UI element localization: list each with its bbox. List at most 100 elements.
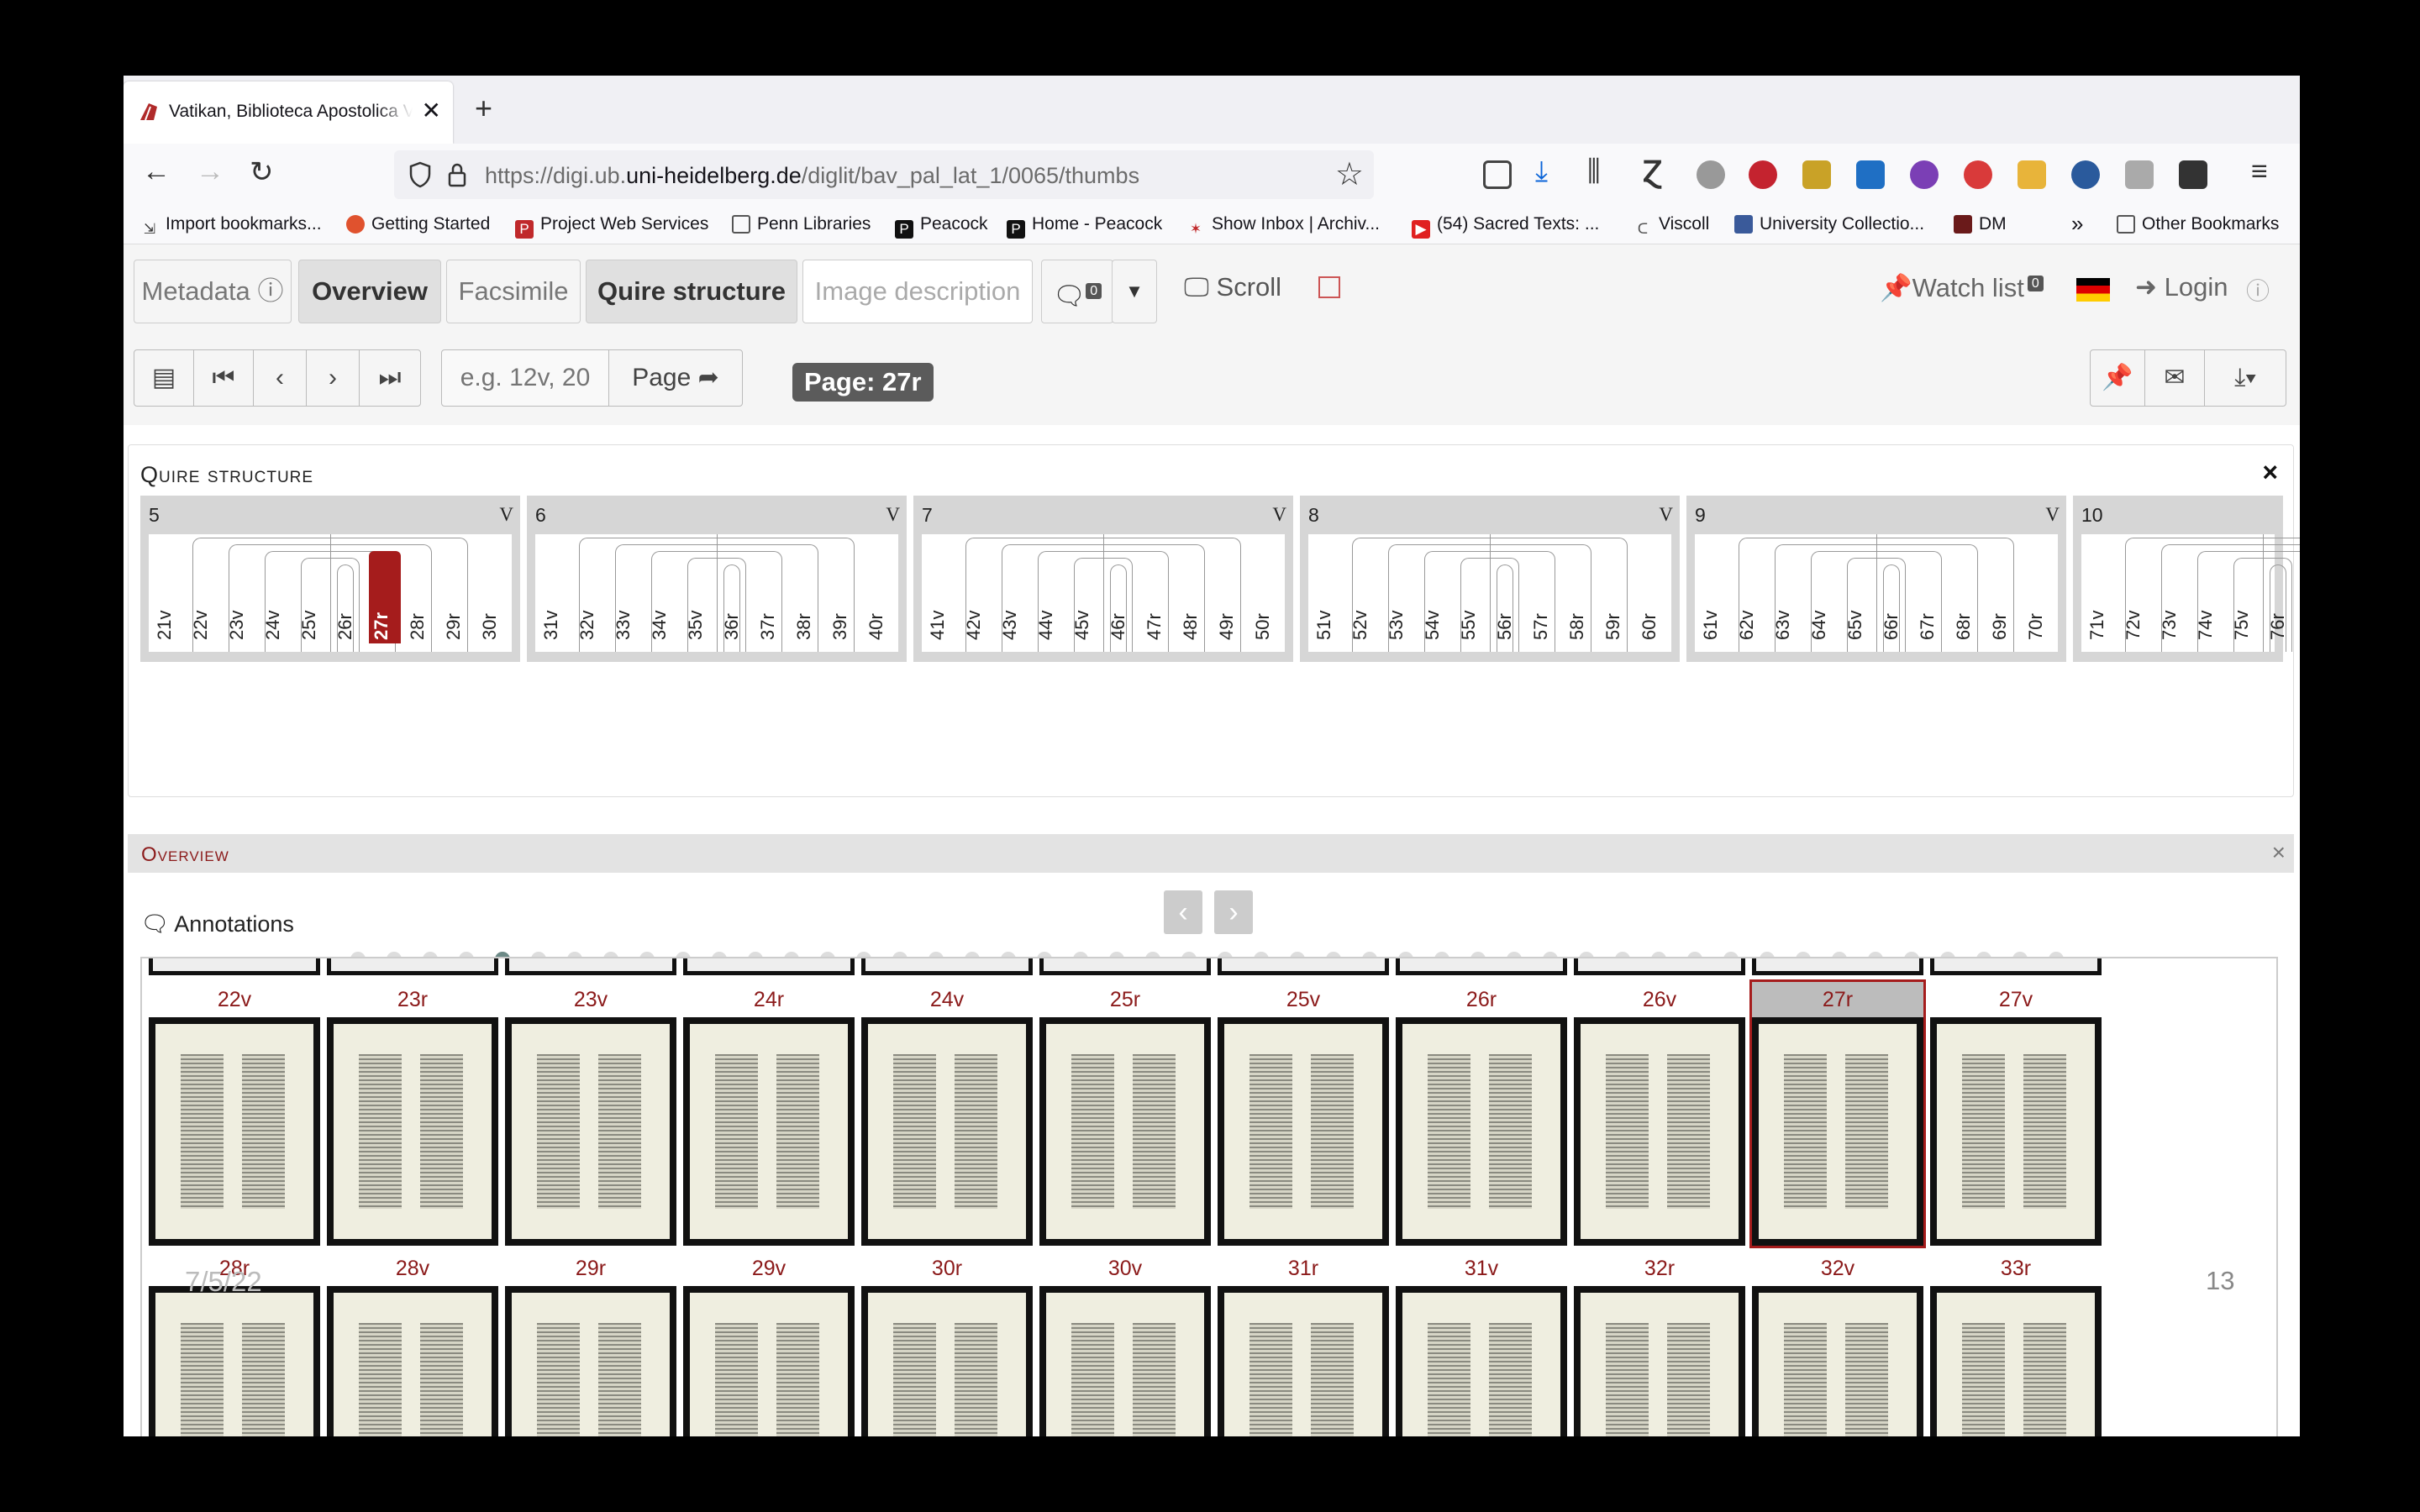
quire-leaf[interactable]: 71v — [2085, 593, 2117, 643]
quire-leaf[interactable]: 68r — [1951, 593, 1983, 643]
lock-icon[interactable] — [445, 160, 470, 189]
annotations-toggle[interactable]: 🗨 Annotations — [140, 911, 294, 937]
quire-leaf[interactable]: 25v — [297, 593, 329, 643]
thumbnail[interactable]: 24v — [861, 982, 1033, 1246]
thumbnail[interactable]: 28v — [327, 1251, 498, 1436]
thumbnail[interactable]: 23r — [327, 982, 498, 1246]
url-bar[interactable]: https://digi.ub.uni-heidelberg.de/diglit… — [394, 150, 1374, 199]
bookmark-item[interactable]: Other Bookmarks — [2117, 214, 2279, 234]
quire-box[interactable]: 7 V 41v 42v 43v 44v 45v 46r 47r 48r 49r 50r — [913, 496, 1293, 662]
quire-leaf[interactable]: 59r — [1601, 593, 1633, 643]
quire-leaf[interactable]: 73v — [2157, 593, 2189, 643]
folder-extension-icon[interactable] — [2018, 160, 2046, 189]
quire-leaf[interactable]: 64v — [1807, 593, 1839, 643]
thumbnail[interactable]: 31v — [1396, 1251, 1567, 1436]
thumbnail[interactable]: 26r — [1396, 982, 1567, 1246]
quire-leaf[interactable]: 74v — [2193, 593, 2225, 643]
bookmark-pin-icon[interactable]: 📌 — [2090, 349, 2145, 407]
quire-leaf[interactable]: 75v — [2229, 593, 2261, 643]
quire-leaf[interactable]: 21v — [152, 593, 184, 643]
quire-leaf[interactable]: 23v — [224, 593, 256, 643]
blocker-icon[interactable] — [1964, 160, 1992, 189]
thumbnail[interactable]: 29r — [505, 1251, 676, 1436]
menu-icon[interactable]: ≡ — [2251, 155, 2268, 188]
quire-leaf[interactable]: 37r — [755, 593, 787, 643]
quire-leaf[interactable]: 44v — [1034, 593, 1065, 643]
quire-leaf[interactable]: 34v — [647, 593, 679, 643]
quire-leaf[interactable]: 46r — [1106, 593, 1138, 643]
carousel-prev-icon[interactable]: ‹ — [1164, 890, 1202, 934]
thumbnail[interactable]: 26v — [1574, 982, 1745, 1246]
quire-leaf[interactable]: 40r — [864, 593, 896, 643]
scroll-button[interactable]: 🖵 Scroll — [1184, 272, 1281, 303]
quire-leaf[interactable]: 50r — [1250, 593, 1282, 643]
tab-close-icon[interactable]: ✕ — [422, 97, 441, 124]
watch-list-button[interactable]: 📌Watch list 0 — [1880, 272, 2044, 303]
thumbnail[interactable]: 32v — [1752, 1251, 1923, 1436]
thumbnail[interactable]: 22v — [149, 982, 320, 1246]
forward-icon[interactable]: → — [196, 155, 224, 188]
bookmark-item[interactable]: DM — [1954, 214, 2007, 234]
tab-quire-structure[interactable]: Quire structure — [586, 260, 797, 323]
quire-leaf[interactable]: 41v — [925, 593, 957, 643]
dropdown-caret-icon[interactable]: ▼ — [1112, 260, 1157, 323]
more-bookmarks-icon[interactable]: » — [2071, 211, 2083, 237]
quire-leaf[interactable]: 48r — [1178, 593, 1210, 643]
quire-leaf[interactable]: 55v — [1456, 593, 1488, 643]
browser-tab[interactable]: Vatikan, Biblioteca Apostolica Va ✕ — [124, 81, 453, 144]
quire-close-icon[interactable]: × — [2262, 457, 2278, 488]
login-button[interactable]: ➜ Login — [2135, 272, 2228, 302]
tab-image-description[interactable]: Image description — [802, 260, 1033, 323]
tab-overview[interactable]: Overview — [298, 260, 441, 323]
bookmark-item[interactable]: P Project Web Services — [515, 214, 708, 239]
quire-leaf[interactable]: 22v — [188, 593, 220, 643]
quire-leaf[interactable]: 53v — [1384, 593, 1416, 643]
screenshot-extension-icon[interactable] — [1856, 160, 1885, 189]
quire-leaf[interactable]: 33v — [611, 593, 643, 643]
bookmark-item[interactable]: Penn Libraries — [732, 214, 871, 234]
quire-leaf[interactable]: 66r — [1879, 593, 1911, 643]
quire-leaf[interactable]: 42v — [961, 593, 993, 643]
link-extension-icon[interactable] — [1910, 160, 1939, 189]
zotero-icon[interactable]: Ɀ — [1643, 155, 1662, 189]
quire-leaf[interactable]: 31v — [539, 593, 571, 643]
quire-leaf[interactable]: 62v — [1734, 593, 1766, 643]
quire-leaf[interactable]: 38r — [792, 593, 823, 643]
quire-leaf[interactable]: 29r — [441, 593, 473, 643]
last-page-icon[interactable]: ⏭ — [359, 349, 421, 407]
quire-leaf[interactable]: 69r — [1987, 593, 2019, 643]
quire-leaf[interactable]: 35v — [683, 593, 715, 643]
thumbnail[interactable]: 31r — [1218, 1251, 1389, 1436]
thumbnail[interactable]: 29v — [683, 1251, 855, 1436]
email-icon[interactable]: ✉ — [2144, 349, 2205, 407]
news-extension-icon[interactable] — [2179, 160, 2207, 189]
search-extension-icon[interactable] — [1697, 160, 1725, 189]
quire-leaf[interactable]: 60r — [1637, 593, 1669, 643]
info-icon[interactable]: ⓘ — [2246, 273, 2270, 307]
quire-leaf[interactable]: 76r — [2265, 593, 2297, 643]
quire-leaf[interactable]: 47r — [1142, 593, 1174, 643]
quire-box[interactable]: 6 V 31v 32v 33v 34v 35v 36r 37r 38r 39r 40r — [527, 496, 907, 662]
bookmark-item[interactable]: ⇲ Import bookmarks... — [140, 214, 322, 239]
carousel-next-icon[interactable]: › — [1214, 890, 1253, 934]
next-page-icon[interactable]: › — [306, 349, 360, 407]
quire-leaf[interactable]: 30r — [477, 593, 509, 643]
thumbnail[interactable]: 27r — [1749, 979, 1926, 1248]
thumbnail[interactable]: 23v — [505, 982, 676, 1246]
quire-leaf[interactable]: 45v — [1070, 593, 1102, 643]
quire-leaf[interactable]: 54v — [1420, 593, 1452, 643]
bookmark-item[interactable]: Getting Started — [346, 214, 490, 234]
quire-box[interactable]: 9 V 61v 62v 63v 64v 65v 66r 67r 68r 69r 70r — [1686, 496, 2066, 662]
quire-leaf[interactable]: 43v — [997, 593, 1029, 643]
quire-leaf[interactable]: 63v — [1770, 593, 1802, 643]
quire-leaf[interactable]: 39r — [828, 593, 860, 643]
thumbnail[interactable]: 30r — [861, 1251, 1033, 1436]
quire-leaf[interactable]: 61v — [1698, 593, 1730, 643]
quire-leaf[interactable]: 57r — [1528, 593, 1560, 643]
thumbnail[interactable]: 32r — [1574, 1251, 1745, 1436]
book-icon[interactable]: ▤ — [134, 349, 194, 407]
thumbnail[interactable]: 25v — [1218, 982, 1389, 1246]
bookmark-star-icon[interactable]: ☆ — [1335, 155, 1364, 193]
quire-leaf[interactable]: 56r — [1492, 593, 1524, 643]
shield-icon[interactable] — [408, 160, 433, 189]
